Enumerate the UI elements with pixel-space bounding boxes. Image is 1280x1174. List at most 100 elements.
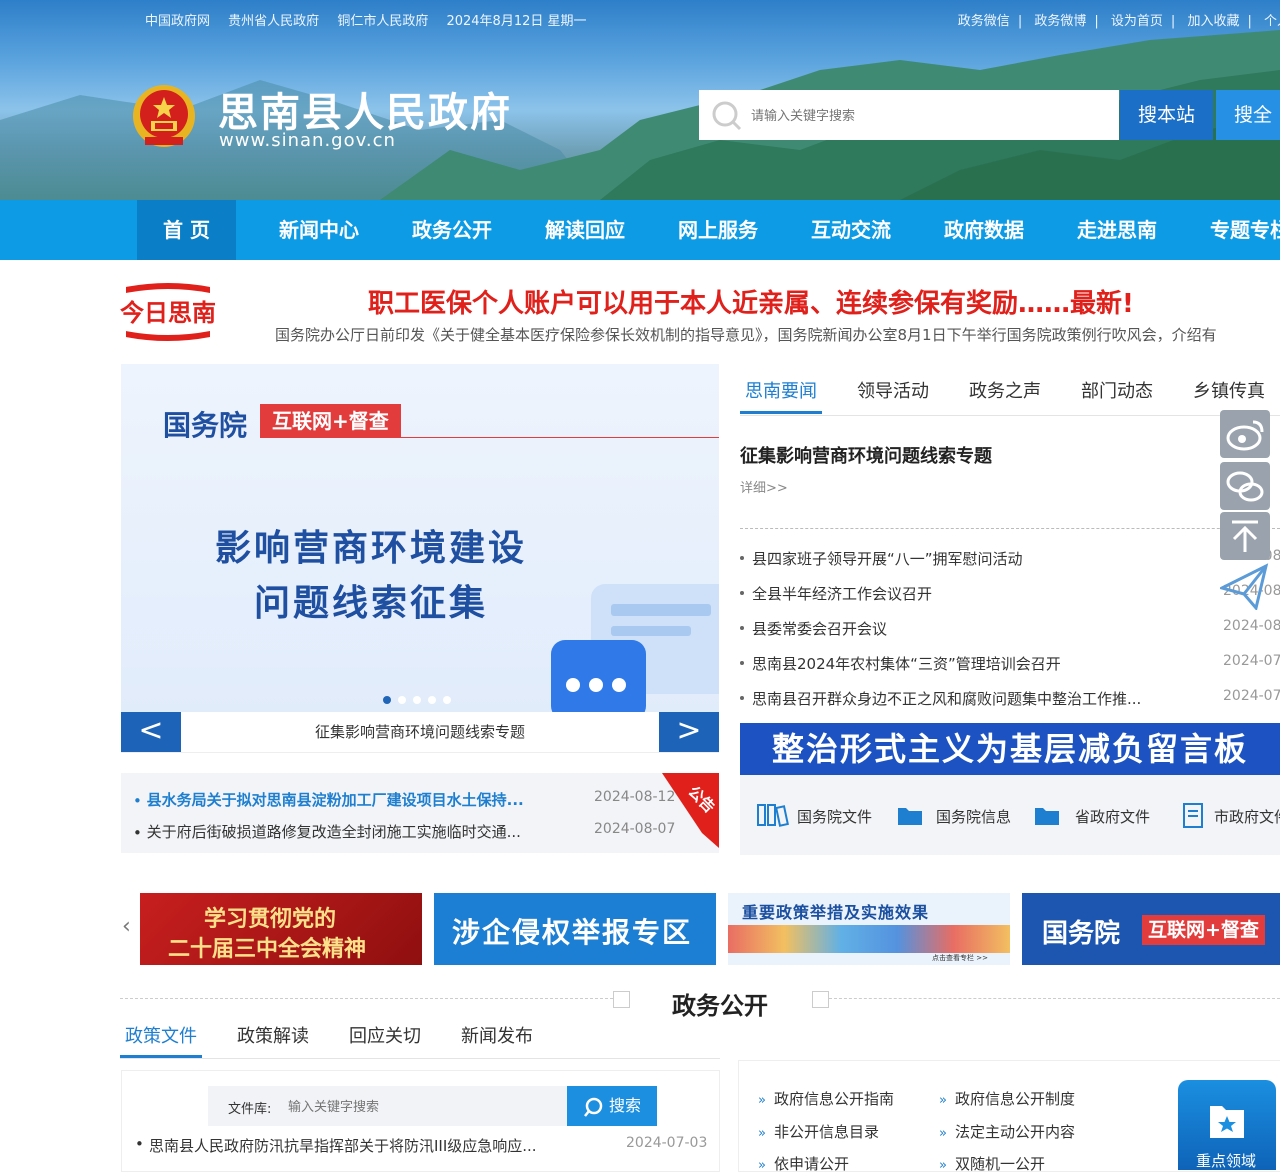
gov-link-label[interactable]: 依申请公开 <box>774 1155 849 1173</box>
tabs-baseline <box>120 1058 720 1059</box>
nav-online-service[interactable]: 网上服务 <box>678 200 758 260</box>
link-city-docs[interactable]: 市政府文件 <box>1214 806 1280 827</box>
gov-link-label[interactable]: 政府信息公开制度 <box>955 1090 1075 1108</box>
separator: | <box>1247 14 1252 29</box>
tab-gov-voice[interactable]: 政务之声 <box>969 377 1041 403</box>
news-title[interactable]: 县四家班子领导开展“八一”拥军慰问活动 <box>752 548 1172 569</box>
promo-policy-effects[interactable]: 重要政策举措及实施效果 点击查看专栏 >> <box>728 893 1010 965</box>
tab-dept-news[interactable]: 部门动态 <box>1081 377 1153 403</box>
key-area-button[interactable]: 重点领域 <box>1178 1080 1276 1170</box>
promo-gov-left: 国务院 <box>1042 919 1121 949</box>
notice-item[interactable]: • 关于府后街破损道路修复改造全封闭施工实施临时交通... 2024-08-07 <box>133 821 675 842</box>
nav-about-sinan[interactable]: 走进思南 <box>1077 200 1157 260</box>
carousel-dots <box>383 689 458 708</box>
promo-infringement-report[interactable]: 涉企侵权举报专区 <box>434 893 716 965</box>
carousel-divider <box>381 437 719 438</box>
link-tongren-gov[interactable]: 铜仁市人民政府 <box>337 14 428 29</box>
lead-news-title[interactable]: 征集影响营商环境问题线索专题 <box>740 442 992 468</box>
tab-press-release[interactable]: 新闻发布 <box>461 1022 533 1048</box>
link-state-council-info[interactable]: 国务院信息 <box>936 806 1011 827</box>
tab-response[interactable]: 回应关切 <box>349 1022 421 1048</box>
notice-title[interactable]: 县水务局关于拟对思南县淀粉加工厂建设项目水土保持... <box>147 789 587 810</box>
section-title: 政务公开 <box>672 992 768 1020</box>
carousel-brand-left: 国务院 <box>163 409 248 442</box>
gov-link[interactable]: » 双随机一公开 <box>939 1153 1045 1174</box>
promo-study-line1: 学习贯彻党的 <box>204 907 337 932</box>
carousel-dot[interactable] <box>413 696 421 704</box>
carousel-caption[interactable]: 征集影响营商环境问题线索专题 <box>181 712 659 752</box>
link-guizhou-gov[interactable]: 贵州省人民政府 <box>228 14 319 29</box>
news-title[interactable]: 县委常委会召开会议 <box>752 618 1172 639</box>
carousel-next-button[interactable]: > <box>659 712 719 752</box>
nav-gov-affairs[interactable]: 政务公开 <box>412 200 492 260</box>
search-site-button[interactable]: 搜本站 <box>1120 90 1213 140</box>
promo-gov-supervision[interactable]: 国务院 互联网+督查 <box>1022 893 1280 965</box>
gov-link[interactable]: » 依申请公开 <box>758 1153 849 1174</box>
gov-link-label[interactable]: 双随机一公开 <box>955 1155 1045 1173</box>
gov-link-label[interactable]: 政府信息公开指南 <box>774 1090 894 1108</box>
news-title[interactable]: 思南县2024年农村集体“三资”管理培训会召开 <box>752 653 1172 674</box>
news-title[interactable]: 思南县召开群众身边不正之风和腐败问题集中整治工作推... <box>752 688 1172 709</box>
link-add-favorite[interactable]: 加入收藏 <box>1187 14 1239 29</box>
doc-library-search-label: 搜索 <box>608 1096 641 1115</box>
carousel-dot[interactable] <box>398 696 406 704</box>
doc-library-search-button[interactable]: 搜索 <box>567 1086 657 1126</box>
lead-news-more[interactable]: 详细>> <box>740 477 788 496</box>
tab-town-news[interactable]: 乡镇传真 <box>1193 377 1265 403</box>
carousel-prev-button[interactable]: < <box>121 712 181 752</box>
gov-link[interactable]: » 政府信息公开制度 <box>939 1088 1075 1109</box>
message-board-banner[interactable]: 整治形式主义为基层减负留言板 <box>740 723 1280 775</box>
notice-title[interactable]: 关于府后街破损道路修复改造全封闭施工实施临时交通... <box>147 821 587 842</box>
carousel[interactable]: 国务院 互联网+督查 影响营商环境建设 问题线索征集 <box>121 364 719 712</box>
news-date: 2024-08 <box>1223 618 1280 634</box>
nav-interaction[interactable]: 互动交流 <box>811 200 891 260</box>
gov-link-label[interactable]: 非公开信息目录 <box>774 1123 879 1141</box>
link-state-council-docs[interactable]: 国务院文件 <box>797 806 872 827</box>
news-date: 2024-07 <box>1223 653 1280 669</box>
policy-title[interactable]: 思南县人民政府防汛抗旱指挥部关于将防汛III级应急响应... <box>149 1135 569 1156</box>
doc-library-input[interactable] <box>286 1097 550 1117</box>
link-central-gov[interactable]: 中国政府网 <box>145 14 210 29</box>
site-url: www.sinan.gov.cn <box>219 130 396 151</box>
back-to-top-button[interactable] <box>1220 512 1270 560</box>
link-personal[interactable]: 个人 <box>1264 14 1280 29</box>
policy-item[interactable]: • 思南县人民政府防汛抗旱指挥部关于将防汛III级应急响应... 2024-07-… <box>135 1135 707 1156</box>
weibo-float-button[interactable] <box>1220 410 1270 458</box>
promo-study-spirit[interactable]: 学习贯彻党的 二十届三中全会精神 <box>140 893 422 965</box>
tab-leader-activity[interactable]: 领导活动 <box>857 377 929 403</box>
carousel-dot[interactable] <box>443 696 451 704</box>
tab-sinan-news[interactable]: 思南要闻 <box>745 377 817 403</box>
search-input[interactable] <box>749 104 1093 128</box>
share-float-button[interactable] <box>1217 562 1270 612</box>
wechat-float-button[interactable] <box>1220 462 1270 510</box>
promo-prev-arrow[interactable]: ‹ <box>122 914 131 939</box>
nav-interpretation[interactable]: 解读回应 <box>545 200 625 260</box>
gov-link-label[interactable]: 法定主动公开内容 <box>955 1123 1075 1141</box>
tab-policy-docs[interactable]: 政策文件 <box>125 1022 197 1048</box>
gov-link[interactable]: » 政府信息公开指南 <box>758 1088 894 1109</box>
news-title[interactable]: 全县半年经济工作会议召开 <box>752 583 1172 604</box>
search-icon <box>584 1097 603 1117</box>
gov-link[interactable]: » 非公开信息目录 <box>758 1121 879 1142</box>
today-label: 今日思南 <box>120 299 216 327</box>
headline[interactable]: 职工医保个人账户可以用于本人近亲属、连续参保有奖励……最新! <box>368 283 1134 320</box>
search-all-button[interactable]: 搜全 <box>1216 90 1280 140</box>
gov-link[interactable]: » 法定主动公开内容 <box>939 1121 1075 1142</box>
link-weibo[interactable]: 政务微博 <box>1034 14 1086 29</box>
nav-special-topics[interactable]: 专题专栏 <box>1210 200 1280 260</box>
notice-item[interactable]: • 县水务局关于拟对思南县淀粉加工厂建设项目水土保持... 2024-08-12 <box>133 789 675 810</box>
tab-policy-interpret[interactable]: 政策解读 <box>237 1022 309 1048</box>
carousel-dot[interactable] <box>383 696 391 704</box>
notice-box: • 县水务局关于拟对思南县淀粉加工厂建设项目水土保持... 2024-08-12… <box>121 773 719 853</box>
separator: | <box>1094 14 1099 29</box>
nav-gov-data[interactable]: 政府数据 <box>944 200 1024 260</box>
nav-news[interactable]: 新闻中心 <box>279 200 359 260</box>
promo-policy-sub: 点击查看专栏 >> <box>932 954 988 962</box>
promo-policy-title: 重要政策举措及实施效果 <box>742 903 930 922</box>
link-set-homepage[interactable]: 设为首页 <box>1111 14 1163 29</box>
carousel-dot[interactable] <box>428 696 436 704</box>
link-wechat[interactable]: 政务微信 <box>958 14 1010 29</box>
nav-home[interactable]: 首 页 <box>137 200 236 260</box>
link-province-docs[interactable]: 省政府文件 <box>1075 806 1150 827</box>
policy-tab-underline <box>120 1055 202 1058</box>
